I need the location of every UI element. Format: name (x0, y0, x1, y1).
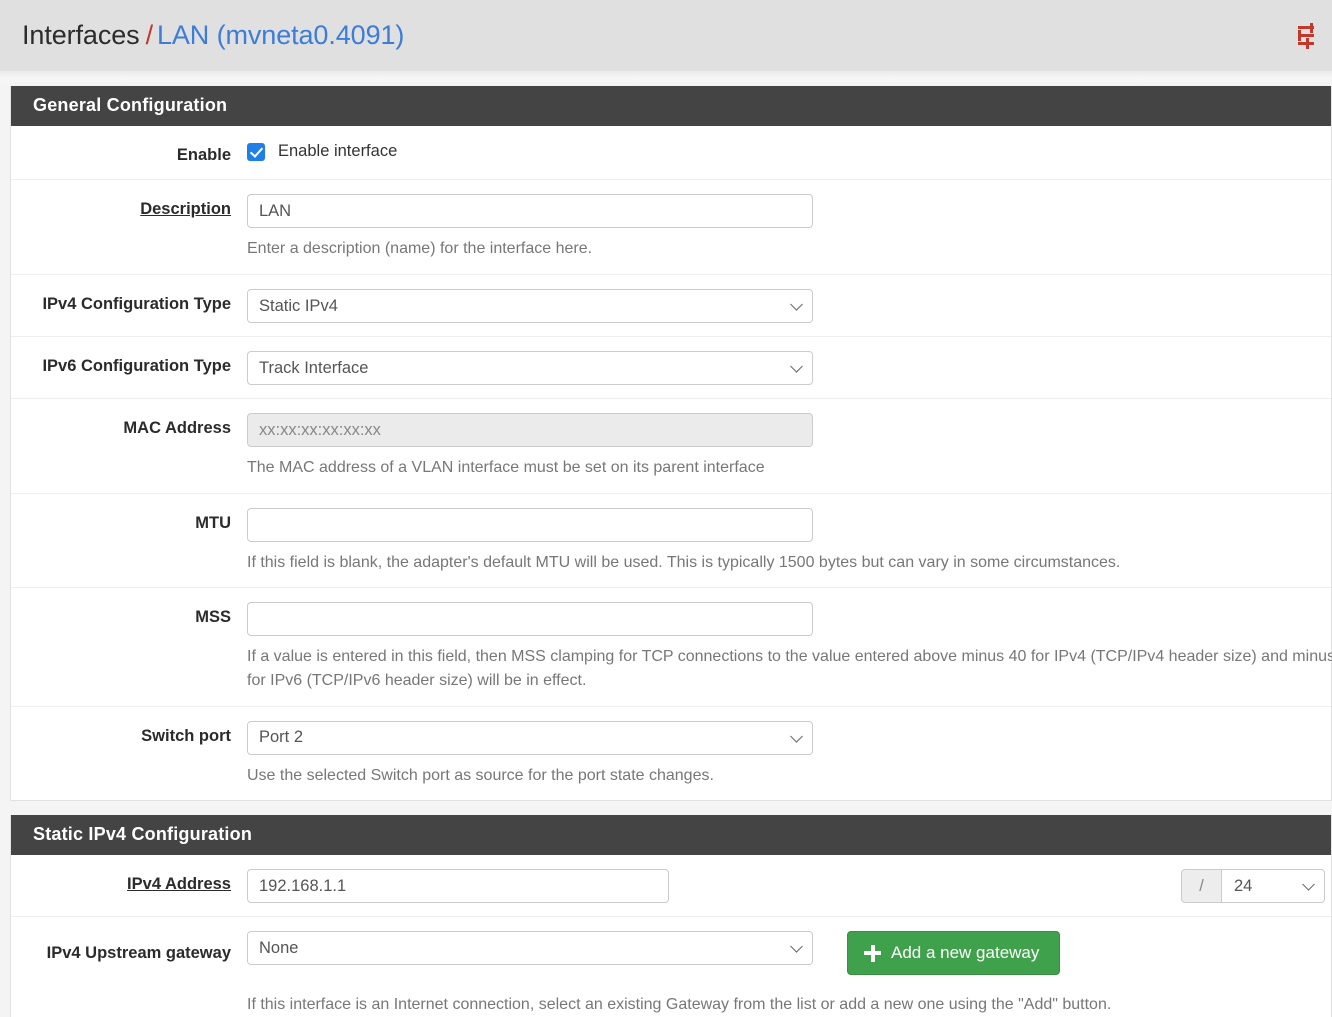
subnet-mask-group: / 24 (1181, 869, 1325, 904)
breadcrumb-root[interactable]: Interfaces (22, 20, 140, 50)
breadcrumb-current[interactable]: LAN (mvneta0.4091) (157, 20, 404, 50)
chevron-down-icon (790, 729, 803, 743)
label-description: Description (140, 200, 231, 219)
mss-help: If a value is entered in this field, the… (247, 648, 1332, 690)
header-tools (1298, 22, 1314, 49)
mtu-help: If this field is blank, the adapter's de… (247, 553, 1121, 571)
switch-port-help: Use the selected Switch port as source f… (247, 766, 714, 784)
page-header: Interfaces / LAN (mvneta0.4091) (0, 0, 1332, 85)
static-ipv4-configuration-heading: Static IPv4 Configuration (11, 815, 1331, 856)
general-configuration-body: Enable Enable interface Description LAN … (11, 126, 1332, 801)
upstream-gateway-select[interactable]: None (247, 931, 813, 966)
field-ipv6-config-type: Track Interface (247, 351, 1331, 386)
field-mss: If a value is entered in this field, the… (247, 602, 1332, 692)
label-switch-port: Switch port (141, 726, 231, 745)
plus-icon (864, 944, 881, 962)
field-mtu: If this field is blank, the adapter's de… (247, 507, 1331, 575)
label-ipv4-config-type: IPv4 Configuration Type (42, 295, 231, 314)
description-help: Enter a description (name) for the inter… (247, 240, 593, 258)
chevron-down-icon (790, 298, 803, 311)
label-enable: Enable (176, 146, 231, 164)
label-mac-address: MAC Address (123, 419, 231, 438)
field-ipv4-config-type: Static IPv4 (247, 289, 1331, 324)
upstream-gateway-value: None (259, 938, 299, 957)
enable-interface-checkbox[interactable] (247, 142, 265, 161)
upstream-gateway-help: If this interface is an Internet connect… (247, 993, 1331, 1017)
ipv6-config-type-select[interactable]: Track Interface (247, 351, 813, 386)
label-ipv6-config-type: IPv6 Configuration Type (42, 357, 231, 376)
subnet-prefix-addon: / (1181, 869, 1221, 904)
static-ipv4-configuration-panel: Static IPv4 Configuration IPv4 Address 1… (10, 815, 1332, 1017)
row-description: Description LAN Enter a description (nam… (11, 180, 1331, 276)
row-upstream-gateway: IPv4 Upstream gateway None Add a new gat… (11, 917, 1331, 1017)
general-configuration-heading: General Configuration (11, 86, 1331, 126)
row-ipv6-config-type: IPv6 Configuration Type Track Interface (11, 337, 1331, 400)
mac-address-help: The MAC address of a VLAN interface must… (247, 459, 765, 477)
mac-address-input: xx:xx:xx:xx:xx:xx (247, 413, 813, 448)
gateway-help-line-1: If this interface is an Internet connect… (247, 996, 1112, 1014)
mtu-input[interactable] (247, 507, 813, 542)
subnet-mask-value: 24 (1234, 876, 1253, 895)
ipv4-address-input[interactable]: 192.168.1.1 (247, 869, 669, 904)
enable-interface-checkbox-group[interactable]: Enable interface (247, 140, 1331, 161)
label-upstream-gateway: IPv4 Upstream gateway (46, 944, 231, 963)
chevron-down-icon (790, 940, 803, 954)
row-switch-port: Switch port Port 2 Use the selected Swit… (11, 707, 1331, 801)
page-content: General Configuration Enable Enable inte… (0, 72, 1332, 1017)
field-enable: Enable interface (247, 140, 1331, 161)
switch-port-value: Port 2 (259, 728, 304, 747)
field-description: LAN Enter a description (name) for the i… (247, 194, 1331, 261)
description-input[interactable]: LAN (247, 194, 813, 229)
add-new-gateway-button[interactable]: Add a new gateway (847, 931, 1061, 976)
chevron-down-icon (1302, 878, 1315, 892)
row-mac-address: MAC Address xx:xx:xx:xx:xx:xx The MAC ad… (11, 399, 1331, 494)
mss-input[interactable] (247, 602, 813, 637)
row-ipv4-config-type: IPv4 Configuration Type Static IPv4 (11, 275, 1331, 338)
static-ipv4-configuration-body: IPv4 Address 192.168.1.1 / 24 IPv4 Upstr… (11, 855, 1331, 1017)
field-mac-address: xx:xx:xx:xx:xx:xx The MAC address of a V… (247, 413, 1331, 480)
sliders-icon[interactable] (1298, 22, 1314, 49)
ipv4-config-type-select[interactable]: Static IPv4 (247, 289, 813, 324)
breadcrumb-separator: / (145, 20, 154, 50)
field-switch-port: Port 2 Use the selected Switch port as s… (247, 720, 1331, 788)
subnet-mask-select[interactable]: 24 (1221, 869, 1325, 904)
row-mtu: MTU If this field is blank, the adapter'… (11, 494, 1331, 589)
row-mss: MSS If a value is entered in this field,… (11, 588, 1332, 707)
switch-port-select[interactable]: Port 2 (247, 720, 813, 755)
ipv4-config-type-value: Static IPv4 (259, 296, 338, 315)
label-mss: MSS (195, 608, 231, 627)
ipv6-config-type-value: Track Interface (259, 358, 369, 377)
upstream-gateway-group: None Add a new gateway (247, 931, 1331, 976)
ipv4-address-group: 192.168.1.1 / 24 (247, 869, 1331, 904)
field-upstream-gateway: None Add a new gateway If this interface… (247, 931, 1331, 1017)
add-new-gateway-label: Add a new gateway (891, 943, 1040, 963)
general-configuration-panel: General Configuration Enable Enable inte… (10, 86, 1332, 802)
row-enable: Enable Enable interface (11, 126, 1331, 181)
label-mtu: MTU (195, 513, 231, 532)
chevron-down-icon (790, 360, 803, 373)
breadcrumb: Interfaces / LAN (mvneta0.4091) (22, 20, 404, 51)
enable-interface-label: Enable interface (278, 142, 398, 160)
label-ipv4-address: IPv4 Address (127, 875, 231, 894)
row-ipv4-address: IPv4 Address 192.168.1.1 / 24 (11, 855, 1331, 918)
field-ipv4-address: 192.168.1.1 / 24 (247, 869, 1331, 904)
